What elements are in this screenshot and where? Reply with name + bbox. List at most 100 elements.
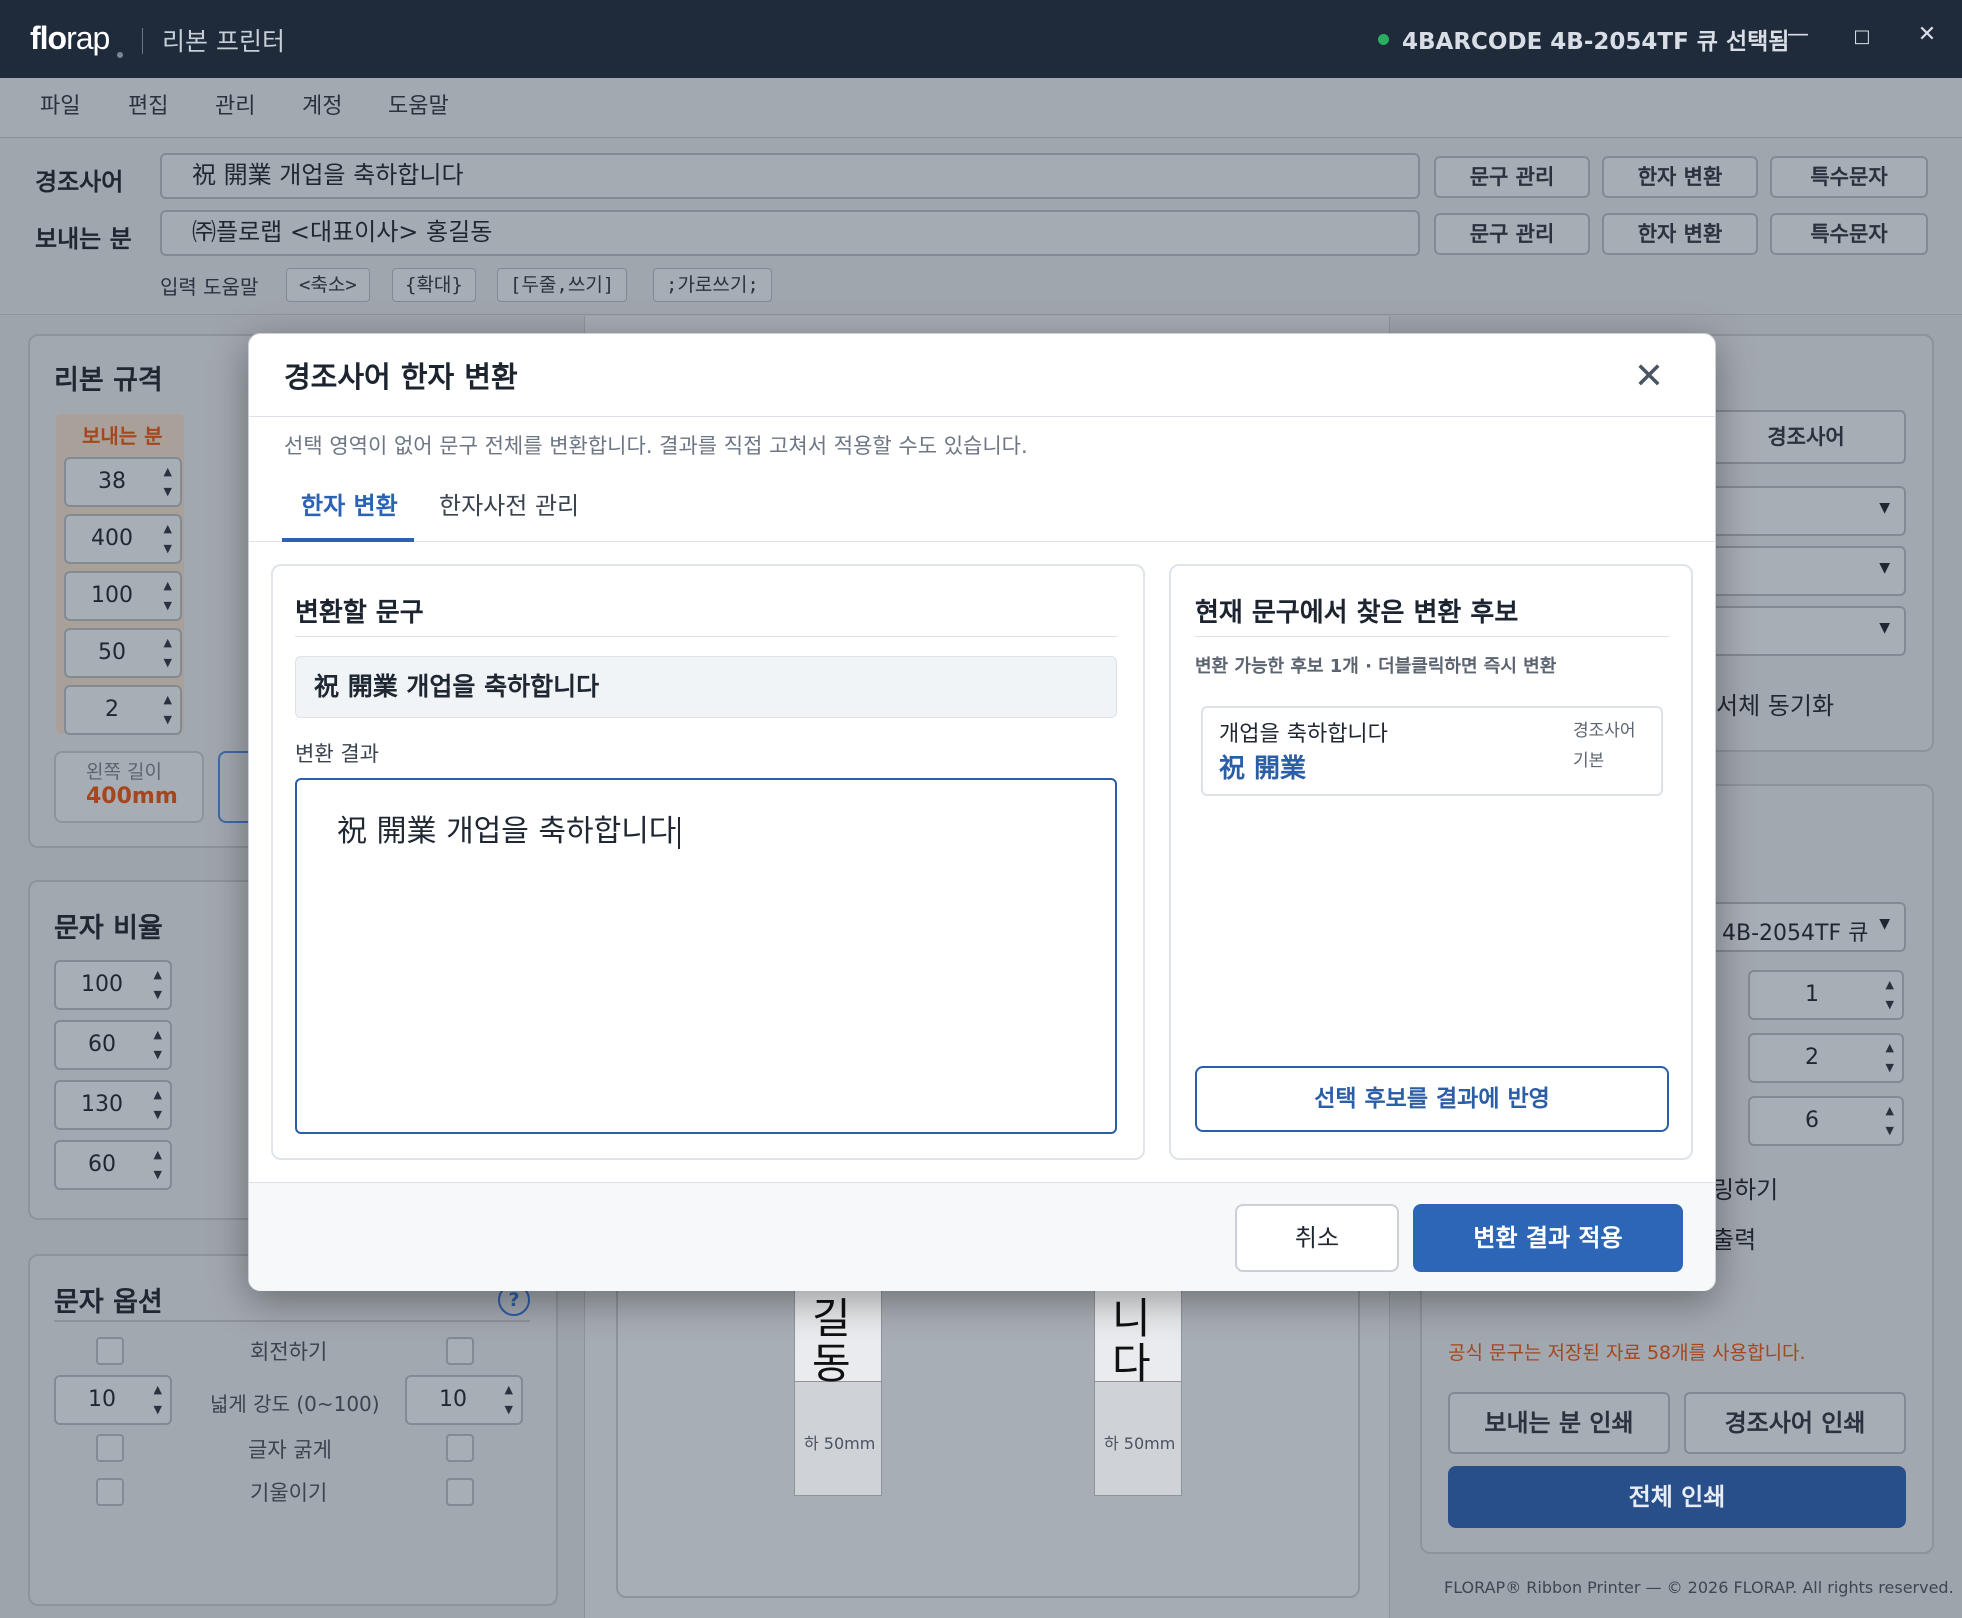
- sender-column-label: 보내는 분: [82, 424, 163, 448]
- window-close-button[interactable]: ✕: [1907, 22, 1947, 47]
- congrats-input[interactable]: 祝 開業 개업을 축하합니다: [160, 153, 1420, 199]
- congrats-font-button[interactable]: 경조사어: [1706, 410, 1906, 464]
- font-select-2[interactable]: ▼: [1706, 546, 1906, 596]
- print-all-button[interactable]: 전체 인쇄: [1448, 1466, 1906, 1528]
- ribbon-char-2: 동: [812, 1339, 851, 1388]
- menu-edit[interactable]: 편집: [128, 88, 168, 120]
- ratio-spin-3[interactable]: 130 ▲ ▼: [54, 1080, 172, 1130]
- result-label: 변환 결과: [295, 742, 379, 766]
- apply-result-button[interactable]: 변환 결과 적용: [1413, 1204, 1683, 1272]
- printer-select[interactable]: 4B-2054TF 큐 ▼: [1706, 902, 1906, 952]
- font-select-1[interactable]: ▼: [1706, 486, 1906, 536]
- copyright: FLORAP® Ribbon Printer — © 2026 FLORAP. …: [1444, 1578, 1954, 1597]
- dialog-hint: 선택 영역이 없어 문구 전체를 변환합니다. 결과를 직접 고쳐서 적용할 수…: [284, 434, 1028, 458]
- hanja-dialog: 경조사어 한자 변환 ✕ 선택 영역이 없어 문구 전체를 변환합니다. 결과를…: [248, 333, 1716, 1291]
- cancel-button[interactable]: 취소: [1235, 1204, 1399, 1272]
- printer-status: 4BARCODE 4B-2054TF 큐 선택됨: [1402, 29, 1790, 55]
- sender-input[interactable]: ㈜플로랩 <대표이사> 홍길동: [160, 210, 1420, 256]
- italic-label: 기울이기: [250, 1481, 328, 1505]
- font-select-3[interactable]: ▼: [1706, 606, 1906, 656]
- print-option-2[interactable]: 출력: [1712, 1220, 1756, 1255]
- menu-bar: [0, 78, 1962, 138]
- candidate-category: 경조사어: [1573, 721, 1636, 741]
- spread-right-spin[interactable]: 10 ▲ ▼: [405, 1375, 523, 1425]
- candidate-hanja: 祝 開業: [1219, 754, 1307, 784]
- congrats-phrase-button[interactable]: 문구 관리: [1434, 156, 1590, 198]
- ratio-spin-1[interactable]: 100 ▲ ▼: [54, 960, 172, 1010]
- congrats-hanja-button[interactable]: 한자 변환: [1602, 156, 1758, 198]
- print-congrats-button[interactable]: 경조사어 인쇄: [1684, 1392, 1906, 1454]
- ratio-spin-2[interactable]: 60 ▲ ▼: [54, 1020, 172, 1070]
- menu-file[interactable]: 파일: [40, 88, 80, 120]
- ratio-spin-4[interactable]: 60 ▲ ▼: [54, 1140, 172, 1190]
- sender-hanja-button[interactable]: 한자 변환: [1602, 213, 1758, 255]
- print-spin-1[interactable]: 1 ▲ ▼: [1748, 970, 1904, 1020]
- minimize-button[interactable]: —: [1778, 22, 1818, 47]
- candidate-title: 현재 문구에서 찾은 변환 후보: [1195, 598, 1519, 628]
- rotate-left-checkbox[interactable]: [96, 1337, 124, 1365]
- congrats-special-button[interactable]: 특수문자: [1770, 156, 1928, 198]
- italic-right-checkbox[interactable]: [446, 1478, 474, 1506]
- rotate-right-checkbox[interactable]: [446, 1337, 474, 1365]
- text-caret: [678, 816, 681, 849]
- candidate-text: 개업을 축하합니다: [1219, 722, 1388, 747]
- source-phrase: 祝 開業 개업을 축하합니다: [295, 656, 1117, 718]
- options-divider: [54, 1320, 530, 1322]
- help-chip-twoline[interactable]: [두줄,쓰기]: [497, 268, 628, 302]
- candidate-item[interactable]: 개업을 축하합니다 祝 開業 경조사어 기본: [1201, 706, 1663, 796]
- menu-help[interactable]: 도움말: [388, 88, 449, 120]
- apply-selected-button[interactable]: 선택 후보를 결과에 반영: [1195, 1066, 1669, 1132]
- print-spin-2[interactable]: 2 ▲ ▼: [1748, 1033, 1904, 1083]
- spec-spin-5[interactable]: 2 ▲ ▼: [64, 685, 182, 735]
- source-card: 변환할 문구 祝 開業 개업을 축하합니다 변환 결과 祝 開業 개업을 축하합…: [271, 564, 1145, 1160]
- char-options-title: 문자 옵션: [54, 1287, 163, 1318]
- maximize-button[interactable]: □: [1842, 26, 1882, 47]
- result-textarea[interactable]: 祝 開業 개업을 축하합니다: [295, 778, 1117, 1134]
- ribbon-left-bottom: 하 50mm: [804, 1434, 876, 1453]
- ribbon-spec-title: 리본 규격: [54, 365, 163, 396]
- font-sync-label[interactable]: 서체 동기화: [1716, 686, 1834, 721]
- ribbon-char-4: 다: [1112, 1339, 1151, 1388]
- sender-phrase-button[interactable]: 문구 관리: [1434, 213, 1590, 255]
- tab-hanja-convert[interactable]: 한자 변환: [301, 486, 398, 521]
- help-chip-horizontal[interactable]: ;가로쓰기;: [653, 268, 772, 302]
- tab-hanja-dictionary[interactable]: 한자사전 관리: [439, 486, 579, 521]
- help-chip-enlarge[interactable]: {확대}: [392, 268, 476, 302]
- rotate-label: 회전하기: [250, 1340, 328, 1364]
- spread-left-spin[interactable]: 10 ▲ ▼: [54, 1375, 172, 1425]
- left-length-label: 왼쪽 길이: [86, 761, 162, 783]
- menu-manage[interactable]: 관리: [215, 88, 255, 120]
- spec-spin-2[interactable]: 400 ▲ ▼: [64, 514, 182, 564]
- print-spin-3[interactable]: 6 ▲ ▼: [1748, 1096, 1904, 1146]
- preview-canvas: [616, 1280, 1360, 1598]
- spec-spin-3[interactable]: 100 ▲ ▼: [64, 571, 182, 621]
- print-option-1[interactable]: 링하기: [1712, 1170, 1778, 1205]
- dialog-close-icon[interactable]: ✕: [1629, 356, 1669, 397]
- candidate-divider: [1195, 636, 1669, 637]
- dialog-title: 경조사어 한자 변환: [284, 360, 518, 394]
- bold-left-checkbox[interactable]: [96, 1434, 124, 1462]
- help-chip-shrink[interactable]: <축소>: [286, 268, 370, 302]
- brand-dot-icon: [117, 52, 123, 58]
- ribbon-right-bottom: 하 50mm: [1104, 1434, 1176, 1453]
- app-title: 리본 프린터: [162, 27, 285, 56]
- candidate-card: 현재 문구에서 찾은 변환 후보 변환 가능한 후보 1개 · 더블클릭하면 즉…: [1169, 564, 1693, 1160]
- sender-label: 보내는 분: [35, 225, 132, 253]
- char-ratio-title: 문자 비율: [54, 913, 163, 944]
- sender-special-button[interactable]: 특수문자: [1770, 213, 1928, 255]
- spec-spin-1[interactable]: 38 ▲ ▼: [64, 457, 182, 507]
- left-length-value: 400mm: [86, 784, 178, 809]
- brand-logo: florap: [30, 20, 110, 56]
- italic-left-checkbox[interactable]: [96, 1478, 124, 1506]
- menu-account[interactable]: 계정: [302, 88, 342, 120]
- candidate-subtitle: 변환 가능한 후보 1개 · 더블클릭하면 즉시 변환: [1195, 656, 1557, 677]
- print-sender-button[interactable]: 보내는 분 인쇄: [1448, 1392, 1670, 1454]
- spread-label: 넓게 강도 (0~100): [210, 1392, 380, 1416]
- candidate-type: 기본: [1573, 751, 1605, 771]
- source-divider: [295, 636, 1117, 637]
- notice-text: 공식 문구는 저장된 자료 58개를 사용합니다.: [1448, 1342, 1806, 1364]
- spec-spin-4[interactable]: 50 ▲ ▼: [64, 628, 182, 678]
- bold-right-checkbox[interactable]: [446, 1434, 474, 1462]
- bold-label: 글자 굵게: [248, 1438, 332, 1462]
- status-dot-icon: [1378, 34, 1389, 45]
